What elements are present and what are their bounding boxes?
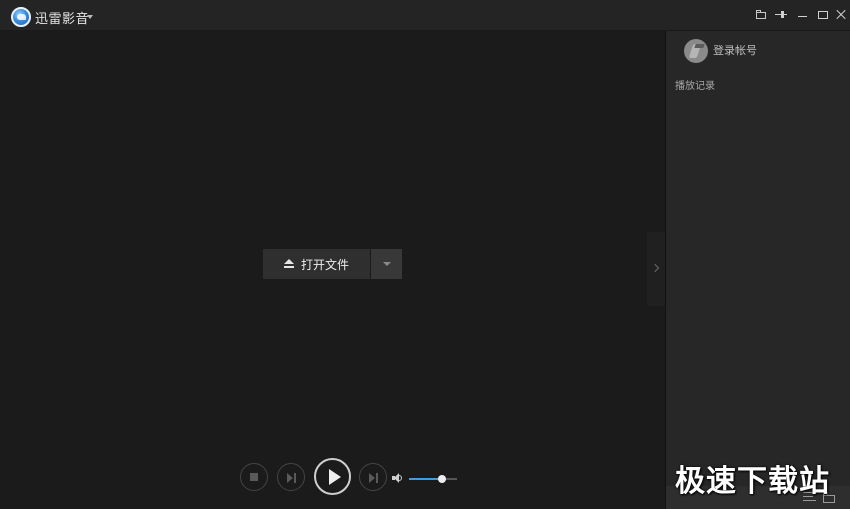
app-title[interactable]: 迅雷影音: [35, 8, 89, 27]
previous-button[interactable]: [277, 463, 305, 491]
app-menu-chevron-icon[interactable]: [87, 15, 93, 19]
next-button[interactable]: [359, 463, 387, 491]
eject-icon: [284, 259, 294, 269]
watermark-text: 极速下载站: [675, 464, 830, 499]
close-button[interactable]: [833, 7, 849, 23]
volume-slider[interactable]: [409, 475, 457, 483]
chevron-right-icon: [650, 263, 660, 273]
title-bar: 迅雷影音: [0, 0, 850, 31]
volume-slider-handle[interactable]: [437, 475, 446, 483]
user-avatar-icon[interactable]: [684, 39, 708, 63]
play-button[interactable]: [314, 458, 351, 495]
open-file-dropdown-button[interactable]: [371, 249, 402, 279]
volume-slider-fill: [409, 478, 442, 480]
open-file-label: 打开文件: [301, 258, 350, 272]
maximize-icon: [818, 11, 828, 19]
open-file-button[interactable]: 打开文件: [263, 249, 370, 279]
side-panel-toggle[interactable]: [647, 232, 665, 306]
play-history-title: 播放记录: [675, 81, 715, 92]
play-icon: [329, 469, 341, 485]
chevron-down-icon: [383, 262, 391, 266]
minimize-button[interactable]: [795, 7, 811, 23]
side-panel: 登录帐号 播放记录: [665, 31, 850, 509]
stop-button[interactable]: [240, 463, 268, 491]
volume-icon[interactable]: [392, 473, 404, 483]
login-link[interactable]: 登录帐号: [713, 42, 757, 58]
open-file-group: 打开文件: [263, 249, 402, 279]
pin-on-top-button[interactable]: [773, 7, 789, 23]
xunlei-logo-icon[interactable]: [11, 7, 31, 27]
minimize-icon: [798, 16, 807, 17]
stop-icon: [250, 473, 258, 481]
open-folder-button[interactable]: [753, 7, 769, 23]
next-icon: [369, 473, 375, 483]
previous-icon: [287, 473, 293, 483]
maximize-button[interactable]: [815, 7, 831, 23]
